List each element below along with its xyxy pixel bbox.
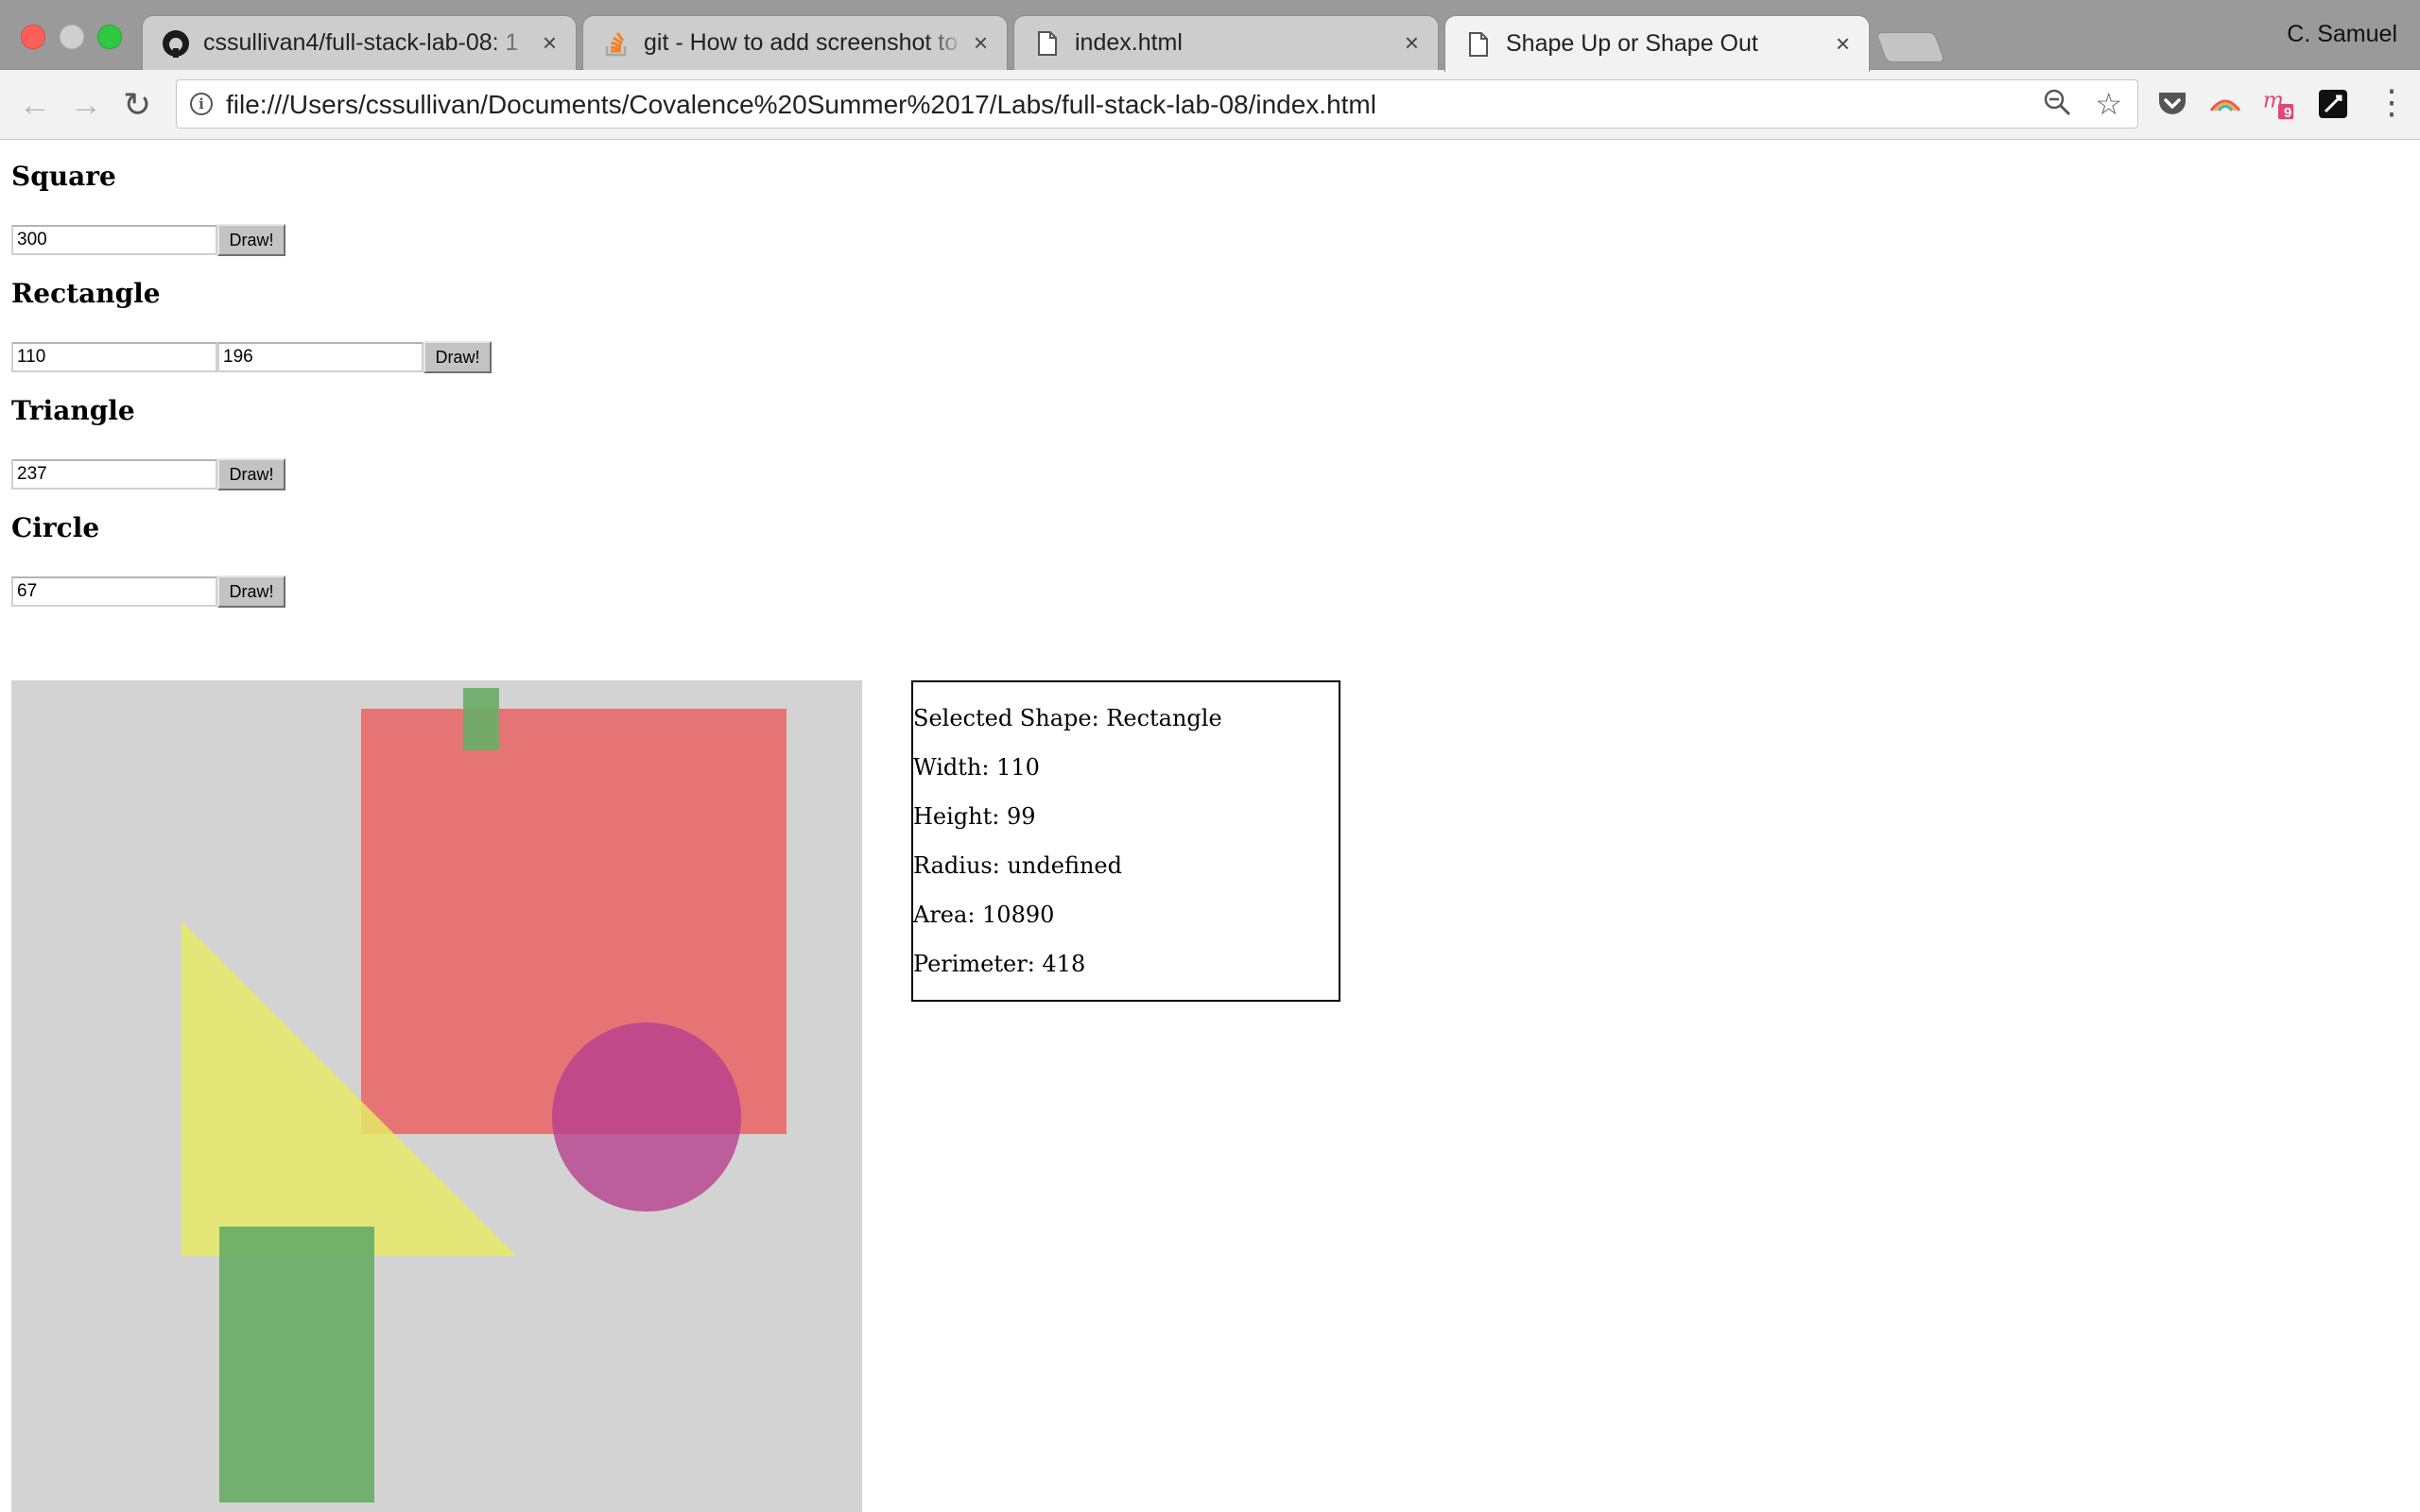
triangle-polygon (182, 921, 516, 1256)
zoom-icon[interactable] (2043, 88, 2071, 124)
tab-close-icon[interactable]: × (543, 28, 557, 58)
forward-arrow-icon[interactable]: → (70, 86, 102, 124)
back-arrow-icon[interactable]: ← (19, 86, 51, 124)
tab-title: Shape Up or Shape Out (1506, 30, 1758, 57)
reload-icon[interactable]: ↻ (123, 86, 151, 124)
radius-label: Radius: undefined (913, 852, 1122, 879)
height-label: Height: 99 (913, 803, 1036, 830)
pocket-icon[interactable] (2155, 87, 2189, 121)
maximize-window-button[interactable] (97, 25, 122, 49)
square-heading: Square (11, 161, 116, 192)
extension-badge-icon[interactable]: m 9 (2261, 87, 2295, 121)
circle-draw-button[interactable]: Draw! (217, 576, 285, 608)
circle-radius-input[interactable] (11, 576, 217, 607)
square-draw-button[interactable]: Draw! (217, 224, 285, 256)
selected-shape-label: Selected Shape: Rectangle (913, 705, 1222, 731)
rectangle-heading: Rectangle (11, 278, 161, 309)
minimize-window-button[interactable] (60, 25, 84, 49)
github-icon (162, 29, 190, 58)
tab-title: cssullivan4/full-stack-lab-08: 1 (203, 29, 519, 56)
tab-shape-up[interactable]: Shape Up or Shape Out × (1444, 15, 1870, 72)
rectangle-draw-button[interactable]: Draw! (424, 341, 492, 373)
rectangle-shape[interactable] (219, 1227, 374, 1503)
document-icon (1033, 29, 1062, 58)
rainbow-extension-icon[interactable] (2208, 87, 2242, 121)
page-content: Square Draw! Rectangle Draw! Triangle Dr… (11, 140, 2420, 1512)
circle-heading: Circle (11, 512, 100, 543)
stackoverflow-icon (602, 29, 631, 58)
triangle-heading: Triangle (11, 395, 135, 426)
url-text[interactable]: file:///Users/cssullivan/Documents/Coval… (226, 90, 1376, 120)
tab-title: git - How to add screenshot to (644, 29, 959, 56)
bookmark-star-icon[interactable]: ☆ (2095, 86, 2122, 122)
triangle-draw-button[interactable]: Draw! (217, 458, 285, 490)
document-icon (1464, 30, 1493, 59)
browser-toolbar: ← → ↻ i file:///Users/cssullivan/Documen… (0, 70, 2420, 140)
rectangle-width-input[interactable] (11, 342, 217, 372)
shape-canvas[interactable] (11, 680, 862, 1512)
shape-info-panel: Selected Shape: Rectangle Width: 110 Hei… (911, 680, 1340, 1002)
triangle-height-input[interactable] (11, 459, 217, 490)
info-icon[interactable]: i (190, 93, 213, 115)
extension-badge-count: 9 (2284, 105, 2292, 121)
new-tab-button[interactable] (1876, 32, 1945, 62)
area-label: Area: 10890 (913, 902, 1055, 928)
zeplin-extension-icon[interactable] (2316, 87, 2350, 121)
tab-close-icon[interactable]: × (1405, 28, 1419, 58)
rectangle-height-input[interactable] (217, 342, 424, 372)
close-window-button[interactable] (21, 25, 45, 49)
profile-name[interactable]: C. Samuel (2287, 21, 2397, 48)
tab-close-icon[interactable]: × (974, 28, 988, 58)
tab-index-html[interactable]: index.html × (1013, 15, 1439, 70)
tab-stackoverflow[interactable]: git - How to add screenshot to × (582, 15, 1008, 70)
tab-title: index.html (1075, 29, 1183, 56)
perimeter-label: Perimeter: 418 (913, 951, 1086, 977)
rectangle-shape[interactable] (463, 688, 499, 750)
square-side-input[interactable] (11, 225, 217, 255)
browser-tab-bar: cssullivan4/full-stack-lab-08: 1 × git -… (0, 0, 2420, 72)
address-bar[interactable]: i file:///Users/cssullivan/Documents/Cov… (176, 79, 2138, 129)
tab-close-icon[interactable]: × (1836, 29, 1850, 59)
circle-shape[interactable] (552, 1022, 741, 1211)
tab-github[interactable]: cssullivan4/full-stack-lab-08: 1 × (142, 15, 577, 70)
more-menu-icon[interactable]: ⋮ (2375, 83, 2409, 121)
triangle-shape[interactable] (182, 921, 522, 1262)
width-label: Width: 110 (913, 754, 1040, 781)
